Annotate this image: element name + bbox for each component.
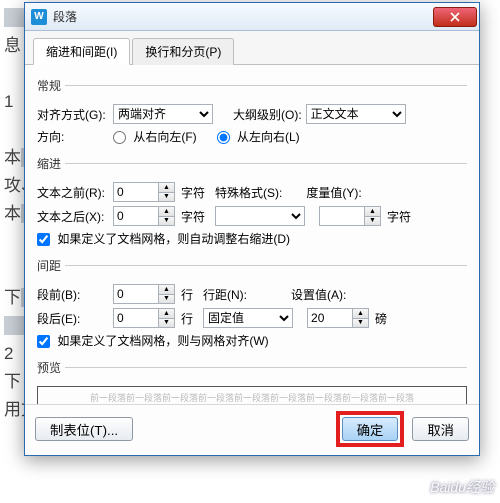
close-icon — [450, 12, 460, 22]
indent-after-input[interactable] — [114, 207, 158, 225]
dialog-button-row: 制表位(T)... 确定 取消 — [25, 404, 479, 455]
unit-char: 字符 — [181, 184, 205, 201]
titlebar[interactable]: W 段落 — [25, 3, 479, 31]
tab-indent-spacing[interactable]: 缩进和间距(I) — [33, 38, 130, 65]
spin-up-icon[interactable]: ▲ — [159, 183, 174, 193]
legend-general: 常规 — [37, 77, 65, 94]
spin-down-icon[interactable]: ▼ — [159, 193, 174, 202]
tab-row: 缩进和间距(I) 换行和分页(P) — [25, 31, 479, 65]
outline-label: 大纲级别(O): — [233, 106, 302, 123]
tabs-button[interactable]: 制表位(T)... — [35, 417, 133, 441]
space-after-spinner[interactable]: ▲▼ — [113, 308, 175, 328]
ok-button[interactable]: 确定 — [342, 417, 399, 441]
setat-unit: 磅 — [375, 310, 387, 327]
spin-down-icon[interactable]: ▼ — [365, 217, 380, 226]
special-label: 特殊格式(S): — [215, 184, 282, 201]
dialog-title: 段落 — [53, 8, 77, 25]
measure-label: 度量值(Y): — [306, 184, 361, 201]
space-after-input[interactable] — [114, 309, 158, 327]
ok-highlight: 确定 — [336, 411, 405, 447]
indent-before-input[interactable] — [114, 183, 158, 201]
spacing-grid-option[interactable]: 如果定义了文档网格，则与网格对齐(W) — [37, 332, 269, 349]
cancel-button[interactable]: 取消 — [412, 417, 469, 441]
unit-line: 行 — [181, 286, 193, 303]
tab-line-page-breaks[interactable]: 换行和分页(P) — [132, 38, 234, 65]
setat-label: 设置值(A): — [291, 286, 346, 303]
dir-rtl-option[interactable]: 从右向左(F) — [113, 128, 197, 145]
align-label: 对齐方式(G): — [37, 106, 109, 123]
app-icon: W — [31, 9, 47, 25]
preview-box: 前一段落前一段落前一段落前一段落前一段落前一段落前一段落前一段落前一段落 前一段… — [37, 386, 467, 404]
space-before-spinner[interactable]: ▲▼ — [113, 284, 175, 304]
outline-select[interactable]: 正文文本 — [306, 104, 406, 124]
setat-spinner[interactable]: ▲▼ — [307, 308, 369, 328]
special-select[interactable] — [215, 206, 305, 226]
setat-input[interactable] — [308, 309, 352, 327]
close-button[interactable] — [433, 7, 477, 27]
linespacing-select[interactable]: 固定值 — [203, 308, 293, 328]
indent-after-label: 文本之后(X): — [37, 208, 109, 225]
space-after-label: 段后(E): — [37, 310, 109, 327]
spin-down-icon[interactable]: ▼ — [159, 319, 174, 328]
spin-up-icon[interactable]: ▲ — [159, 309, 174, 319]
spin-down-icon[interactable]: ▼ — [353, 319, 368, 328]
dir-ltr-radio[interactable] — [217, 131, 230, 144]
section-preview: 预览 前一段落前一段落前一段落前一段落前一段落前一段落前一段落前一段落前一段落 … — [37, 359, 467, 404]
space-before-label: 段前(B): — [37, 286, 109, 303]
unit-line: 行 — [181, 310, 193, 327]
section-indent: 缩进 文本之前(R): ▲▼ 字符 特殊格式(S): 度量值(Y): 文本之后(… — [37, 155, 467, 251]
direction-label: 方向: — [37, 128, 109, 145]
legend-preview: 预览 — [37, 359, 65, 376]
spin-down-icon[interactable]: ▼ — [159, 217, 174, 226]
indent-grid-checkbox[interactable] — [37, 233, 50, 246]
dir-ltr-option[interactable]: 从左向右(L) — [217, 128, 300, 145]
dir-rtl-radio[interactable] — [113, 131, 126, 144]
spin-up-icon[interactable]: ▲ — [159, 285, 174, 295]
legend-indent: 缩进 — [37, 155, 65, 172]
unit-char: 字符 — [387, 208, 411, 225]
spin-up-icon[interactable]: ▲ — [365, 207, 380, 217]
indent-before-spinner[interactable]: ▲▼ — [113, 182, 175, 202]
spacing-grid-checkbox[interactable] — [37, 335, 50, 348]
indent-before-label: 文本之前(R): — [37, 184, 109, 201]
linespacing-label: 行距(N): — [203, 286, 247, 303]
indent-grid-option[interactable]: 如果定义了文档网格，则自动调整右缩进(D) — [37, 230, 290, 247]
section-spacing: 间距 段前(B): ▲▼ 行 行距(N): 设置值(A): 段后(E): ▲▼ … — [37, 257, 467, 353]
align-select[interactable]: 两端对齐 — [113, 104, 213, 124]
measure-spinner[interactable]: ▲▼ — [319, 206, 381, 226]
indent-after-spinner[interactable]: ▲▼ — [113, 206, 175, 226]
measure-input[interactable] — [320, 207, 364, 225]
spin-up-icon[interactable]: ▲ — [159, 207, 174, 217]
unit-char: 字符 — [181, 208, 205, 225]
legend-spacing: 间距 — [37, 257, 65, 274]
section-general: 常规 对齐方式(G): 两端对齐 大纲级别(O): 正文文本 方向: 从右向左(… — [37, 77, 467, 149]
space-before-input[interactable] — [114, 285, 158, 303]
spin-up-icon[interactable]: ▲ — [353, 309, 368, 319]
spin-down-icon[interactable]: ▼ — [159, 295, 174, 304]
paragraph-dialog: W 段落 缩进和间距(I) 换行和分页(P) 常规 对齐方式(G): 两端对齐 … — [24, 2, 480, 456]
